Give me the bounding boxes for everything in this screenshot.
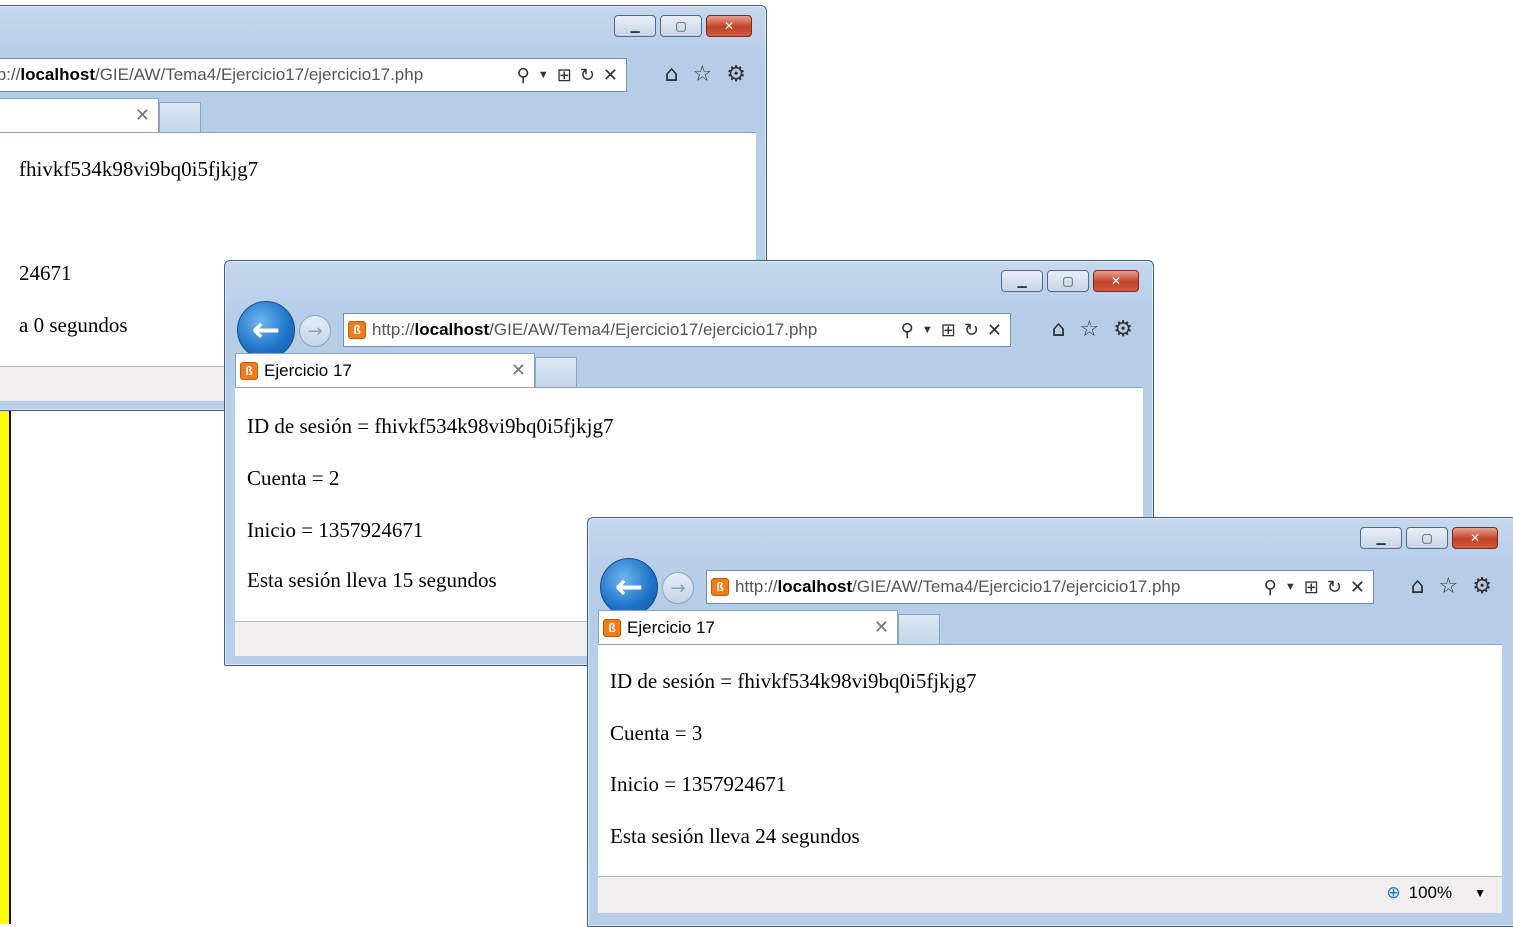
stop-icon[interactable]: ✕ xyxy=(603,65,618,86)
back-icon[interactable]: ← xyxy=(600,558,658,616)
count-text: Cuenta = 2 xyxy=(247,466,340,490)
home-icon[interactable]: ⌂ xyxy=(665,62,679,87)
url-text: tp://localhost/GIE/AW/Tema4/Ejercicio17/… xyxy=(0,65,424,84)
close-icon[interactable]: ✕ xyxy=(1093,270,1139,292)
start-text: Inicio = 1357924671 xyxy=(610,772,787,796)
status-bar: ⊕ 100% ▼ xyxy=(598,876,1502,913)
search-icon[interactable]: ⚲ xyxy=(1264,577,1277,598)
new-tab-button[interactable] xyxy=(159,102,201,132)
maximize-icon[interactable]: ▢ xyxy=(660,15,702,37)
dropdown-icon[interactable]: ▼ xyxy=(922,324,933,336)
forward-icon[interactable]: → xyxy=(662,572,694,604)
tools-icon[interactable]: ⚙ xyxy=(1472,574,1492,599)
dropdown-icon[interactable]: ▼ xyxy=(1285,581,1296,593)
back-icon[interactable]: ← xyxy=(237,301,295,359)
zoom-icon: ⊕ xyxy=(1386,883,1401,902)
maximize-icon[interactable]: ▢ xyxy=(1047,270,1089,292)
address-bar[interactable]: tp://localhost/GIE/AW/Tema4/Ejercicio17/… xyxy=(0,58,627,92)
elapsed-text: Esta sesión lleva 15 segundos xyxy=(247,568,497,592)
new-tab-button[interactable] xyxy=(898,614,940,644)
address-bar[interactable]: ß http://localhost/GIE/AW/Tema4/Ejercici… xyxy=(706,570,1374,604)
search-icon[interactable]: ⚲ xyxy=(517,65,530,86)
search-icon[interactable]: ⚲ xyxy=(901,320,914,341)
favorites-icon[interactable]: ☆ xyxy=(693,62,713,87)
close-icon[interactable]: ✕ xyxy=(1452,527,1498,549)
tab-close-icon[interactable]: ✕ xyxy=(135,105,150,126)
tab-close-icon[interactable]: ✕ xyxy=(874,617,889,638)
minimize-icon[interactable]: ▁ xyxy=(614,15,656,37)
forward-icon[interactable]: → xyxy=(299,315,331,347)
url-text: http://localhost/GIE/AW/Tema4/Ejercicio1… xyxy=(372,320,818,339)
chevron-down-icon[interactable]: ▼ xyxy=(1474,886,1486,900)
dropdown-icon[interactable]: ▼ xyxy=(538,69,549,81)
tab-title: Ejercicio 17 xyxy=(264,360,352,380)
refresh-icon[interactable]: ↻ xyxy=(580,65,595,86)
session-id-text: ID de sesión = fhivkf534k98vi9bq0i5fjkjg… xyxy=(610,669,977,693)
start-text: 24671 xyxy=(19,261,72,285)
minimize-icon[interactable]: ▁ xyxy=(1001,270,1043,292)
compat-icon[interactable]: ⊞ xyxy=(941,320,956,341)
page-content: ID de sesión = fhivkf534k98vi9bq0i5fjkjg… xyxy=(598,644,1502,877)
compat-icon[interactable]: ⊞ xyxy=(557,65,572,86)
xampp-favicon: ß xyxy=(348,321,366,339)
tab-ejercicio-17[interactable]: ß Ejercicio 17 ✕ xyxy=(598,610,898,644)
session-id-text: ID de sesión = fhivkf534k98vi9bq0i5fjkjg… xyxy=(247,414,614,438)
new-tab-button[interactable] xyxy=(535,357,577,387)
start-text: Inicio = 1357924671 xyxy=(247,518,424,542)
favorites-icon[interactable]: ☆ xyxy=(1080,317,1100,342)
home-icon[interactable]: ⌂ xyxy=(1052,317,1066,342)
refresh-icon[interactable]: ↻ xyxy=(964,320,979,341)
home-icon[interactable]: ⌂ xyxy=(1411,574,1425,599)
tools-icon[interactable]: ⚙ xyxy=(726,62,746,87)
xampp-favicon: ß xyxy=(711,578,729,596)
browser-window-3: ▁ ▢ ✕ ← → ß http://localhost/GIE/AW/Tema… xyxy=(587,517,1513,927)
address-bar[interactable]: ß http://localhost/GIE/AW/Tema4/Ejercici… xyxy=(343,313,1011,347)
close-icon[interactable]: ✕ xyxy=(706,15,752,37)
count-text: Cuenta = 3 xyxy=(610,721,703,745)
tab-ejercicio-17[interactable]: ✕ xyxy=(0,98,159,132)
tools-icon[interactable]: ⚙ xyxy=(1113,317,1133,342)
maximize-icon[interactable]: ▢ xyxy=(1406,527,1448,549)
session-id-text: fhivkf534k98vi9bq0i5fjkjg7 xyxy=(19,157,259,181)
zoom-level: 100% xyxy=(1408,883,1453,902)
elapsed-text: Esta sesión lleva 24 segundos xyxy=(610,824,860,848)
elapsed-text: a 0 segundos xyxy=(19,313,128,337)
tab-title: Ejercicio 17 xyxy=(627,617,715,637)
caption-buttons: ▁ ▢ ✕ xyxy=(1001,270,1139,292)
compat-icon[interactable]: ⊞ xyxy=(1304,577,1319,598)
zoom-control[interactable]: ⊕ 100% ▼ xyxy=(1386,883,1486,903)
tab-ejercicio-17[interactable]: ß Ejercicio 17 ✕ xyxy=(235,353,535,387)
caption-buttons: ▁ ▢ ✕ xyxy=(614,15,752,37)
xampp-favicon: ß xyxy=(240,361,258,380)
tab-close-icon[interactable]: ✕ xyxy=(511,360,526,381)
url-text: http://localhost/GIE/AW/Tema4/Ejercicio1… xyxy=(735,577,1181,596)
minimize-icon[interactable]: ▁ xyxy=(1360,527,1402,549)
stop-icon[interactable]: ✕ xyxy=(1350,577,1365,598)
stop-icon[interactable]: ✕ xyxy=(987,320,1002,341)
xampp-favicon: ß xyxy=(603,618,621,637)
favorites-icon[interactable]: ☆ xyxy=(1439,574,1459,599)
caption-buttons: ▁ ▢ ✕ xyxy=(1360,527,1498,549)
refresh-icon[interactable]: ↻ xyxy=(1327,577,1342,598)
